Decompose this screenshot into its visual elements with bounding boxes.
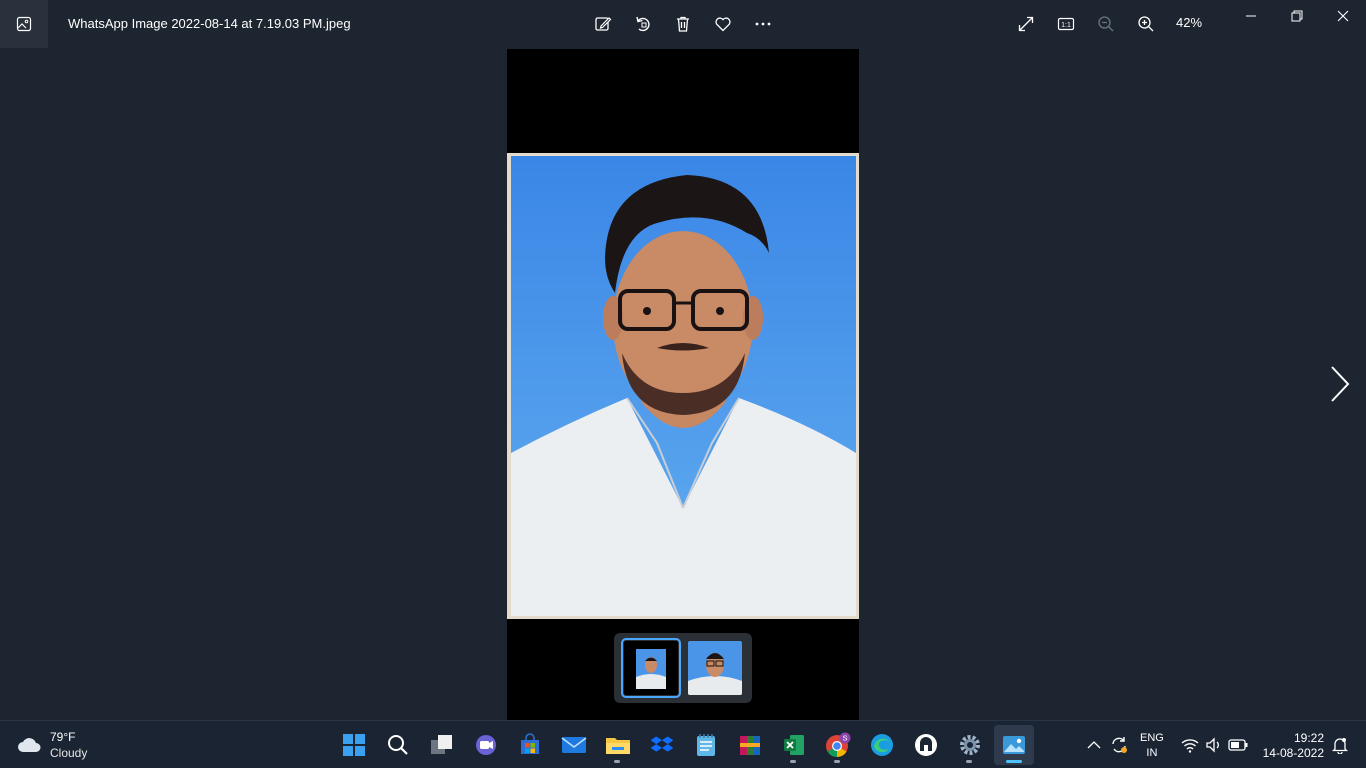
running-indicator	[966, 760, 972, 763]
photos-button[interactable]	[994, 725, 1034, 765]
actual-size-icon[interactable]: 1:1	[1054, 12, 1078, 36]
more-icon[interactable]	[751, 12, 775, 36]
mail-button[interactable]	[554, 725, 594, 765]
title-bar: WhatsApp Image 2022-08-14 at 7.19.03 PM.…	[0, 0, 1366, 48]
filmstrip	[614, 633, 752, 703]
volume-icon	[1206, 737, 1219, 753]
show-hidden-icons[interactable]	[1086, 733, 1102, 757]
portrait-photo	[507, 153, 859, 619]
teams-chat-button[interactable]	[466, 725, 506, 765]
language-region: IN	[1146, 747, 1158, 759]
sync-status[interactable]	[1108, 733, 1130, 757]
delete-icon[interactable]	[671, 12, 695, 36]
search-button[interactable]	[378, 725, 418, 765]
wifi-icon	[1181, 739, 1199, 753]
running-indicator	[614, 760, 620, 763]
weather-temp: 79°F	[50, 730, 76, 744]
winrar-button[interactable]	[730, 725, 770, 765]
running-indicator	[790, 760, 796, 763]
photos-icon	[1003, 736, 1025, 754]
edge-button[interactable]	[862, 725, 902, 765]
image-canvas[interactable]	[507, 49, 859, 720]
excel-button[interactable]	[774, 725, 814, 765]
task-view-icon	[431, 735, 452, 754]
volume-control[interactable]	[1204, 733, 1224, 757]
minimize-icon[interactable]	[1228, 0, 1274, 32]
chrome-icon: S	[826, 732, 851, 757]
clock-date: 14-08-2022	[1262, 746, 1324, 760]
microsoft-store-button[interactable]	[510, 725, 550, 765]
settings-button[interactable]	[950, 725, 990, 765]
weather-widget[interactable]: 79°F Cloudy	[16, 729, 87, 761]
rotate-icon[interactable]	[631, 12, 655, 36]
input-language[interactable]: ENG IN	[1140, 731, 1164, 761]
file-explorer-button[interactable]	[598, 725, 638, 765]
zoom-level[interactable]: 42%	[1176, 15, 1202, 30]
thumbnail-2[interactable]	[688, 641, 742, 695]
sync-icon	[1112, 737, 1127, 753]
window-title: WhatsApp Image 2022-08-14 at 7.19.03 PM.…	[68, 16, 351, 31]
notepad-icon	[697, 734, 715, 756]
folder-icon	[606, 738, 630, 754]
excel-icon	[784, 735, 804, 755]
mail-icon	[561, 737, 587, 753]
running-indicator	[1006, 760, 1022, 763]
weather-condition: Cloudy	[50, 746, 88, 760]
zoom-in-icon[interactable]	[1134, 12, 1158, 36]
battery-status[interactable]	[1228, 733, 1248, 757]
chevron-up-icon	[1087, 741, 1101, 749]
search-icon	[388, 735, 408, 755]
clock[interactable]: 19:22 14-08-2022	[1258, 731, 1324, 761]
close-icon[interactable]	[1320, 0, 1366, 32]
store-icon	[521, 733, 539, 754]
notifications-button[interactable]	[1330, 733, 1350, 757]
language-code: ENG	[1140, 732, 1164, 744]
task-view-button[interactable]	[422, 725, 462, 765]
favorite-icon[interactable]	[711, 12, 735, 36]
app-icon	[915, 734, 937, 756]
restore-icon[interactable]	[1274, 0, 1320, 32]
thumbnail-1[interactable]	[621, 638, 681, 698]
dropbox-button[interactable]	[642, 725, 682, 765]
notepad-button[interactable]	[686, 725, 726, 765]
bell-icon	[1332, 738, 1348, 754]
zoom-out-icon[interactable]	[1094, 12, 1118, 36]
photos-app-icon[interactable]	[0, 0, 48, 48]
app-store-button[interactable]	[906, 725, 946, 765]
chrome-profile-badge: S	[842, 734, 847, 743]
wifi-status[interactable]	[1180, 733, 1200, 757]
start-button[interactable]	[334, 725, 374, 765]
teams-chat-icon	[476, 735, 496, 755]
fullscreen-icon[interactable]	[1014, 12, 1038, 36]
clock-time: 19:22	[1293, 731, 1324, 745]
winrar-icon	[740, 736, 760, 755]
running-indicator	[834, 760, 840, 763]
battery-icon	[1228, 739, 1248, 751]
windows-icon	[343, 734, 365, 756]
svg-text:1:1: 1:1	[1061, 22, 1071, 29]
cloud-icon	[18, 738, 41, 752]
edge-icon	[871, 734, 893, 756]
taskbar: 79°F Cloudy S ENG IN 19:22 14-08-2022	[0, 720, 1366, 768]
dropbox-icon	[650, 736, 674, 752]
edit-image-icon[interactable]	[591, 12, 615, 36]
chrome-button[interactable]: S	[818, 725, 858, 765]
next-image-button[interactable]	[1322, 360, 1358, 408]
chevron-right-icon	[1331, 366, 1350, 402]
gear-icon	[960, 735, 980, 755]
